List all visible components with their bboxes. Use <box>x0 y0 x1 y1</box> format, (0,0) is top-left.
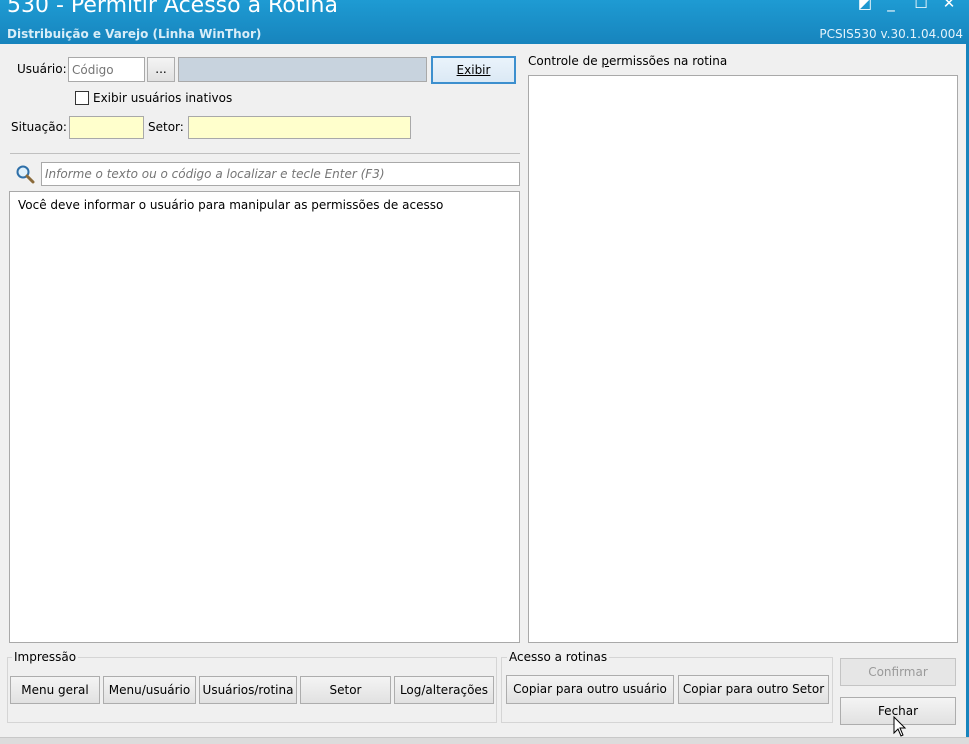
minimize-icon[interactable]: _ <box>883 0 899 11</box>
version-label: PCSIS530 v.30.1.04.004 <box>819 27 963 41</box>
usuario-label: Usuário: <box>17 62 67 76</box>
log-alteracoes-button[interactable]: Log/alterações <box>394 676 494 704</box>
setor-label: Setor: <box>148 120 184 134</box>
situacao-label: Situação: <box>11 120 67 134</box>
menu-geral-button[interactable]: Menu geral <box>10 676 100 704</box>
mouse-cursor-icon <box>893 715 907 738</box>
window-subtitle: Distribuição e Varejo (Linha WinThor) <box>7 27 262 41</box>
permissions-title: Controle de permissões na rotina <box>528 54 728 68</box>
close-icon[interactable]: ✕ <box>941 0 957 11</box>
empty-message: Você deve informar o usuário para manipu… <box>18 198 444 212</box>
confirmar-button[interactable]: Confirmar <box>840 658 956 686</box>
separator <box>10 153 520 154</box>
copiar-setor-button[interactable]: Copiar para outro Setor <box>678 675 829 704</box>
usuario-code-input[interactable] <box>68 57 145 82</box>
menu-usuario-button[interactable]: Menu/usuário <box>103 676 196 704</box>
restore-icon[interactable]: ◩ <box>857 0 873 11</box>
inativos-checkbox[interactable] <box>75 91 89 105</box>
routines-list[interactable]: Você deve informar o usuário para manipu… <box>9 191 520 643</box>
situacao-input[interactable] <box>69 116 144 139</box>
setor-input[interactable] <box>188 116 411 139</box>
copiar-usuario-button[interactable]: Copiar para outro usuário <box>506 675 674 704</box>
setor-button[interactable]: Setor <box>300 676 391 704</box>
status-strip <box>0 737 969 744</box>
impressao-title: Impressão <box>12 650 79 664</box>
acesso-title: Acesso a rotinas <box>507 650 610 664</box>
exibir-button[interactable]: Exibir <box>431 56 516 84</box>
window-title: 530 - Permitir Acesso a Rotina <box>7 0 338 18</box>
usuarios-rotina-button[interactable]: Usuários/rotina <box>199 676 297 704</box>
inativos-label: Exibir usuários inativos <box>93 91 233 105</box>
exibir-button-label: Exibir <box>456 63 491 77</box>
magnifier-icon[interactable] <box>15 164 35 184</box>
permissions-tree[interactable] <box>528 75 958 643</box>
search-input[interactable] <box>41 162 520 186</box>
maximize-icon[interactable]: ☐ <box>913 0 929 11</box>
title-bar: 530 - Permitir Acesso a Rotina Distribui… <box>0 0 969 44</box>
user-lookup-button[interactable]: ... <box>147 57 175 82</box>
usuario-name-field <box>178 57 427 82</box>
